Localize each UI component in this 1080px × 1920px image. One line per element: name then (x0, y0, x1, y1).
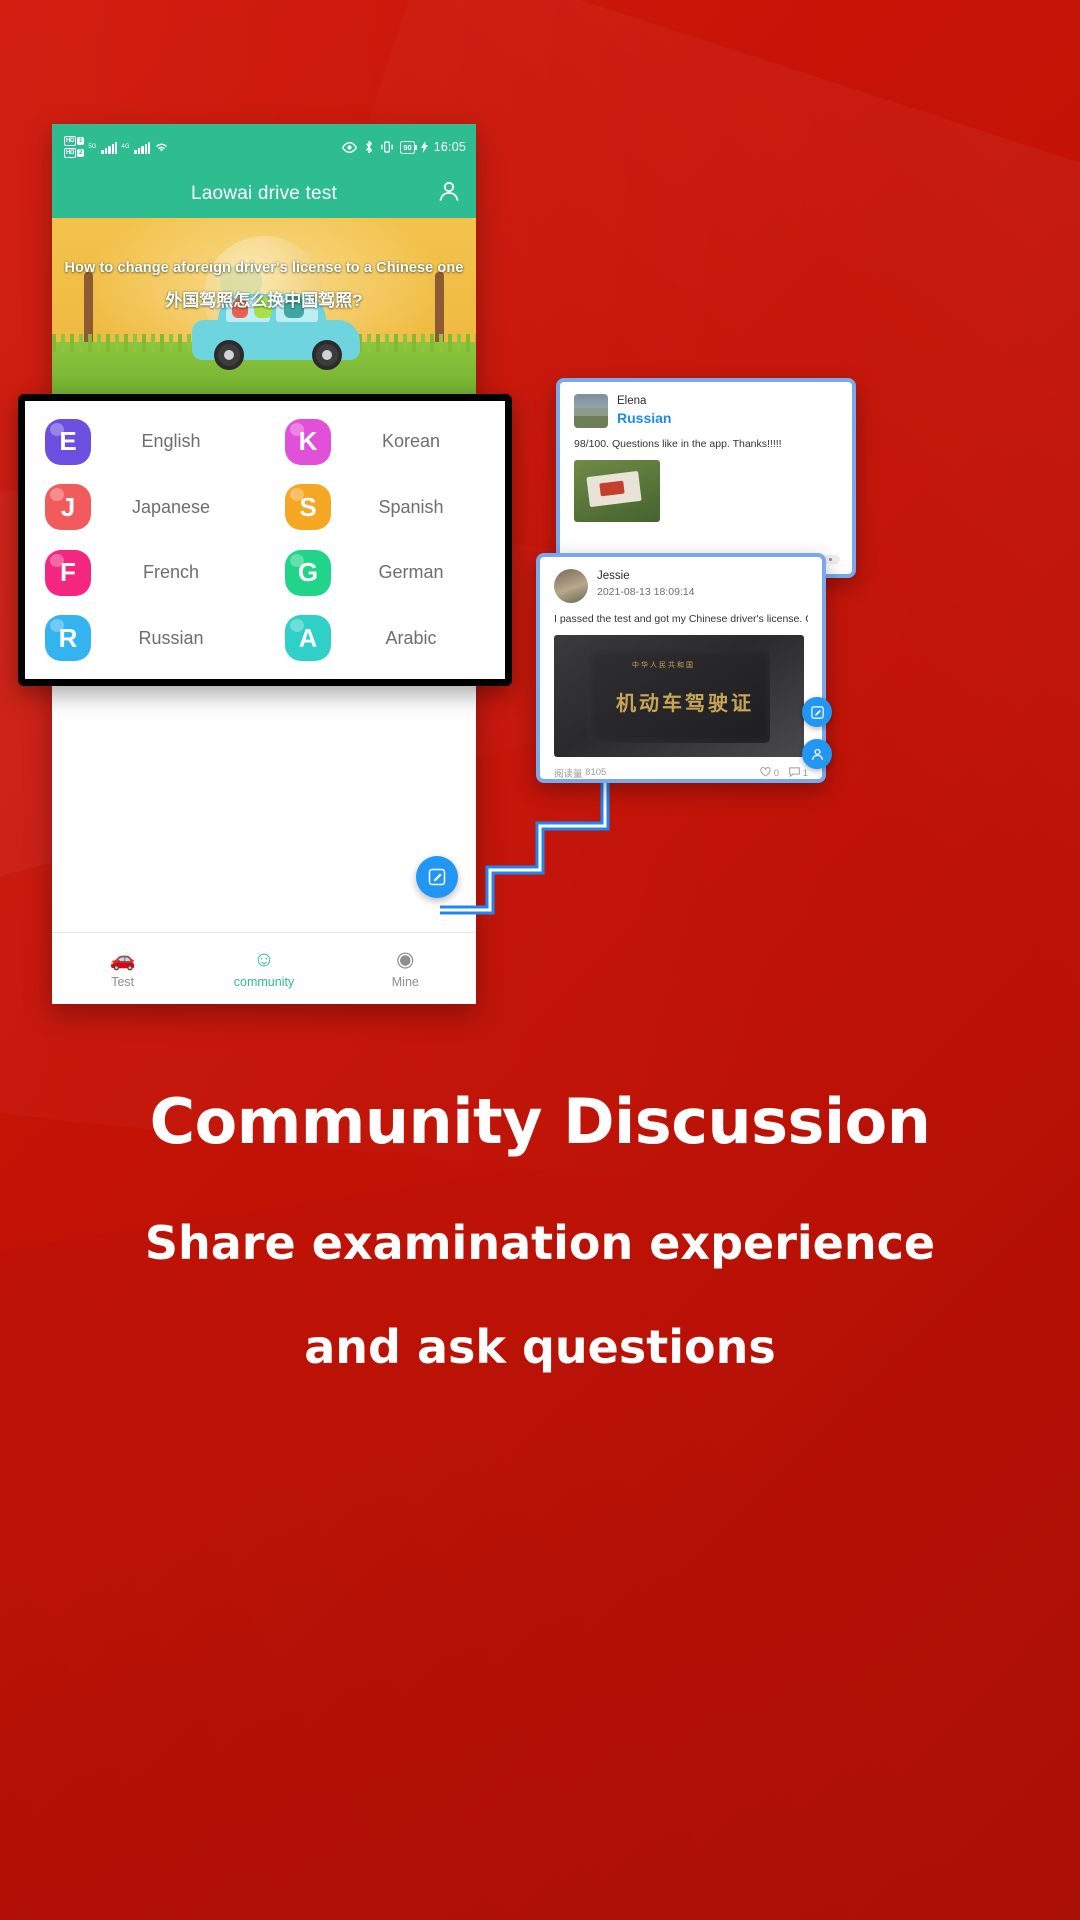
signal-bars-icon-1 (101, 141, 118, 154)
chat-smile-icon: ☺ (253, 948, 275, 971)
language-label-german: German (378, 562, 444, 583)
language-option-french[interactable]: F French (25, 540, 265, 606)
bluetooth-icon (366, 140, 373, 154)
car-illustration (192, 294, 360, 370)
connector-arrow (440, 780, 610, 915)
profile-button[interactable] (436, 179, 462, 210)
hd-label-2: HD (64, 148, 77, 158)
hd-sim1-icon: HD 1 (64, 136, 85, 146)
language-badge-k: K (285, 418, 331, 465)
comment-reads-count: 8105 (585, 767, 607, 779)
status-bar-right: 90 16:05 (341, 140, 466, 154)
language-label-spanish: Spanish (378, 496, 444, 517)
battery-icon: 90 (400, 140, 418, 154)
like-button[interactable]: 0 (760, 766, 780, 779)
language-label-korean: Korean (381, 431, 441, 452)
language-option-japanese[interactable]: J Japanese (25, 475, 265, 541)
comment-reads-label: 阅读量 (554, 768, 583, 780)
tab-community-label: community (233, 975, 295, 989)
comment-count-button[interactable]: 1 (789, 767, 808, 779)
sim-number-1: 1 (77, 137, 85, 145)
compose-mini-fab[interactable] (802, 697, 832, 727)
language-badge-a: A (285, 615, 331, 662)
vibrate-icon (381, 141, 394, 153)
banner-text: How to change aforeign driver's license … (52, 260, 476, 311)
language-option-english[interactable]: E English (25, 409, 265, 475)
comment-header-jessie: Jessie 2021-08-13 18:09:14 (554, 569, 808, 603)
sim-number-2: 2 (77, 149, 85, 157)
comment-author-name: Jessie (597, 570, 630, 582)
language-option-spanish[interactable]: S Spanish (265, 475, 505, 541)
language-badge-s: S (285, 484, 331, 531)
like-count: 0 (773, 767, 780, 779)
language-label-russian: Russian (138, 627, 204, 648)
heart-outline-icon (760, 766, 771, 777)
status-bar: HD 1 HD 2 5G 4G 90 16:05 (52, 124, 476, 170)
dual-sim-indicators: HD 1 HD 2 (64, 136, 85, 158)
comment-author-language: Russian (617, 410, 672, 427)
compose-icon (810, 705, 824, 719)
language-label-english: English (141, 431, 201, 452)
tab-community[interactable]: ☺ community (193, 948, 334, 989)
person-icon (811, 748, 823, 760)
app-title-bar: Laowai drive test (52, 170, 476, 218)
language-option-german[interactable]: G German (265, 540, 505, 606)
caption-subline-1: Share examination experience (144, 1216, 936, 1270)
caption-block: Community Discussion Share examination e… (0, 1085, 1080, 1374)
comment-icon (789, 767, 800, 777)
comment-author-name: Elena (617, 395, 647, 407)
language-badge-r: R (45, 615, 91, 662)
status-bar-clock: 16:05 (433, 140, 466, 154)
person-icon (439, 181, 459, 201)
comment-footer: 阅读量 8105 0 1 (554, 766, 808, 780)
banner-headline-cn: 外国驾照怎么换中国驾照? (165, 291, 363, 310)
tab-mine-label: Mine (391, 975, 419, 989)
language-badge-j: J (45, 484, 91, 531)
avatar (554, 569, 588, 603)
license-top-text: 中华人民共和国 (632, 661, 695, 669)
comment-header-elena: Elena Russian (574, 394, 838, 428)
car-icon: 🚗 (109, 948, 136, 971)
language-badge-e: E (45, 418, 91, 465)
bottom-tab-bar: 🚗 Test ☺ community ◉ Mine (52, 932, 476, 1004)
comment-date: 2021-08-13 18:09:14 (597, 586, 695, 599)
language-option-russian[interactable]: R Russian (25, 606, 265, 672)
avatar (574, 394, 608, 428)
status-bar-left: HD 1 HD 2 5G 4G (64, 136, 169, 158)
language-badge-f: F (45, 549, 91, 596)
comment-card-jessie[interactable]: Jessie 2021-08-13 18:09:14 I passed the … (536, 553, 832, 783)
caption-subline-2: and ask questions (304, 1320, 776, 1374)
language-badge-g: G (285, 549, 331, 596)
comment-count: 1 (802, 767, 808, 779)
tab-test-label: Test (111, 975, 135, 989)
hd-label-1: HD (64, 136, 77, 146)
wifi-icon (156, 143, 168, 152)
signal-bars-icon-2 (134, 141, 151, 154)
comment-text: I passed the test and got my Chinese dri… (554, 613, 808, 625)
network-type-1: 5G (88, 144, 97, 150)
comment-card-elena[interactable]: Elena Russian 98/100. Questions like in … (556, 378, 856, 578)
page-title: Laowai drive test (191, 183, 337, 204)
hd-sim2-icon: HD 2 (64, 148, 85, 158)
charging-bolt-icon (420, 141, 428, 153)
comment-photo[interactable]: 中华人民共和国 机动车驾驶证 (554, 634, 804, 757)
promo-banner[interactable]: How to change aforeign driver's license … (52, 218, 476, 404)
eye-icon (342, 141, 358, 153)
profile-mini-fab[interactable] (802, 739, 832, 769)
comment-photo[interactable] (574, 459, 660, 522)
comment-text: 98/100. Questions like in the app. Thank… (574, 438, 782, 450)
license-main-text: 机动车驾驶证 (616, 692, 754, 715)
banner-headline-en: How to change aforeign driver's license … (64, 260, 464, 276)
tab-test[interactable]: 🚗 Test (52, 948, 193, 989)
language-option-arabic[interactable]: A Arabic (265, 606, 505, 672)
language-label-japanese: Japanese (131, 496, 211, 517)
language-label-arabic: Arabic (385, 627, 437, 648)
caption-headline: Community Discussion (149, 1085, 931, 1158)
network-type-2: 4G (121, 144, 130, 150)
language-option-korean[interactable]: K Korean (265, 409, 505, 475)
language-label-french: French (142, 562, 200, 583)
language-selector-popup[interactable]: E English K Korean J Japanese S Spanish … (18, 394, 512, 686)
battery-level: 90 (403, 142, 412, 152)
